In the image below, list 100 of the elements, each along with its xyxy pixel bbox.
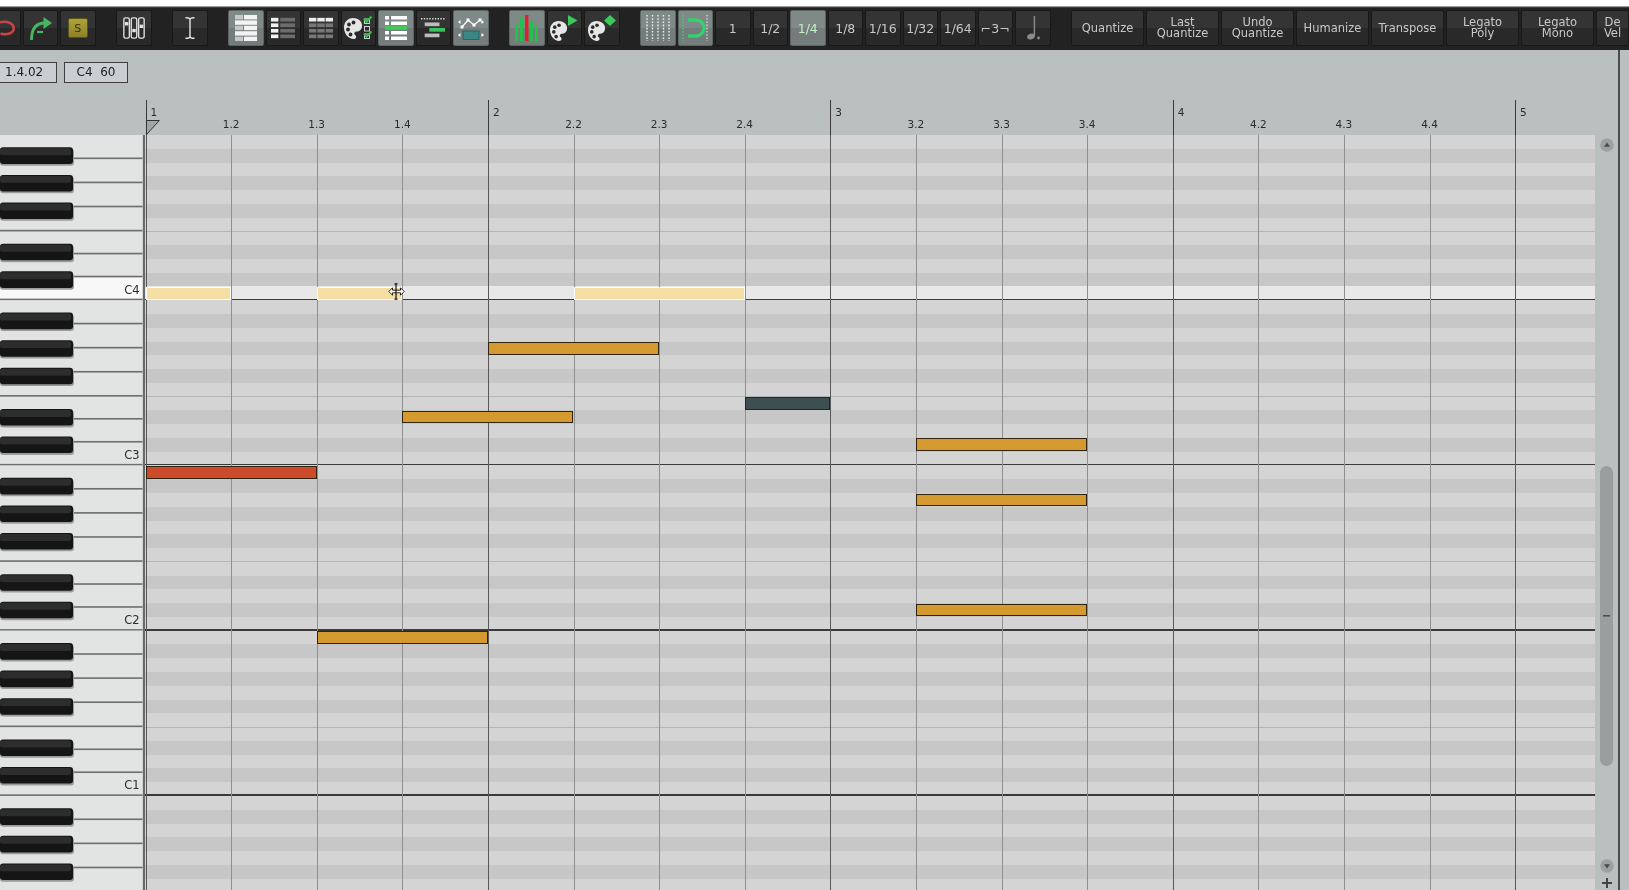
midi-note[interactable] (145, 465, 317, 479)
action-button[interactable]: De Vel (1596, 10, 1629, 46)
bar-number: 3 (835, 106, 842, 118)
piano-key[interactable] (0, 505, 74, 524)
beat-label: 4.2 (1249, 117, 1267, 130)
action-button[interactable]: Quantize (1071, 10, 1144, 46)
scrollbar-thumb[interactable] (1599, 466, 1614, 766)
grid-division-button[interactable]: 1 (715, 10, 751, 46)
dotted-note-icon (1025, 16, 1040, 40)
piano-key[interactable] (0, 698, 74, 717)
note-label: C2 (124, 613, 140, 628)
toolbar-button[interactable] (546, 10, 582, 46)
bar-number: 4 (1177, 106, 1185, 118)
piano-key[interactable] (0, 739, 74, 758)
piano-key[interactable] (0, 243, 74, 263)
piano-key[interactable] (0, 271, 74, 290)
piano-key[interactable] (0, 436, 74, 455)
grid-division-button[interactable]: 1/32 (902, 10, 938, 46)
bar-number: 2 (492, 106, 500, 118)
piano-key[interactable] (0, 532, 74, 552)
list-icon (271, 17, 296, 39)
grid-division-button[interactable]: 1/16 (865, 10, 901, 46)
midi-note[interactable] (316, 631, 488, 644)
toolbar-button[interactable] (116, 10, 152, 46)
beat-label: 1.2 (222, 117, 240, 130)
triangle-marker-icon[interactable] (145, 120, 160, 135)
action-button[interactable]: Humanize (1296, 10, 1369, 46)
midi-note[interactable] (915, 438, 1088, 451)
palette-diamond-icon (587, 15, 616, 41)
grid-division-button[interactable]: 1/2 (752, 10, 788, 46)
midi-note[interactable] (915, 493, 1088, 507)
beat-label: 3.3 (993, 117, 1010, 130)
grid-division-button[interactable]: 1/8 (827, 10, 863, 46)
piano-key[interactable] (0, 367, 74, 387)
level-meters-icon (515, 15, 539, 41)
table-icon (308, 17, 333, 39)
plus-icon[interactable] (1601, 878, 1612, 888)
note-field[interactable]: C4 60 (64, 62, 128, 83)
action-button[interactable]: Transpose (1371, 10, 1444, 46)
midi-note[interactable] (915, 603, 1088, 617)
piano-keys-icon (234, 15, 257, 41)
bars-icon (421, 17, 446, 39)
toolbar-button[interactable] (172, 10, 208, 46)
action-button[interactable]: Legato Mono (1521, 10, 1594, 46)
magnet-icon (682, 15, 709, 41)
beat-label: 2.3 (650, 117, 668, 130)
resize-cursor-icon (388, 283, 405, 300)
piano-key[interactable] (0, 808, 74, 827)
piano-key[interactable] (0, 312, 74, 331)
piano-key[interactable] (0, 670, 74, 689)
piano-key[interactable] (0, 574, 74, 593)
triplet-button[interactable]: ⌐3¬ (977, 10, 1013, 46)
faders-icon (122, 17, 145, 39)
piano-key[interactable] (0, 643, 74, 662)
scroll-down-button[interactable] (1599, 859, 1614, 873)
beat-label: 3.2 (907, 117, 925, 130)
node-graph-icon (457, 16, 484, 40)
piano-key[interactable] (0, 767, 74, 786)
beat-label: 2.2 (565, 117, 582, 130)
grid-division-button[interactable]: 1/64 (940, 10, 976, 46)
toolbar-button[interactable] (677, 10, 713, 46)
note-label: C3 (124, 448, 140, 462)
piano-key[interactable] (0, 202, 74, 221)
toolbar-button[interactable] (415, 10, 451, 46)
midi-note[interactable] (487, 342, 660, 355)
beat-label: 1.4 (393, 117, 411, 130)
piano-key[interactable] (0, 409, 74, 428)
piano-key[interactable] (0, 340, 74, 359)
palette-checklist-icon (344, 16, 373, 40)
action-button[interactable]: Legato Poly (1446, 10, 1519, 46)
toolbar-button[interactable] (303, 10, 339, 46)
toolbar-button[interactable] (340, 10, 376, 46)
toolbar-button[interactable] (453, 10, 489, 46)
toolbar-button[interactable] (22, 10, 58, 46)
solo-button[interactable]: S (60, 10, 96, 46)
action-button[interactable]: Last Quantize (1146, 10, 1219, 46)
piano-key[interactable] (0, 601, 74, 621)
bar-number: 1 (150, 106, 158, 118)
action-button[interactable]: Undo Quantize (1221, 10, 1294, 46)
piano-key[interactable] (0, 174, 74, 194)
highlighted-list-icon (384, 16, 407, 40)
palette-play-icon (550, 15, 579, 41)
note-label: C4 (124, 282, 140, 297)
text-cursor-icon (184, 17, 195, 39)
beat-label: 3.4 (1078, 117, 1096, 130)
beat-label: 1.3 (308, 117, 326, 130)
piano-key[interactable] (0, 147, 74, 166)
piano-key[interactable] (0, 477, 74, 497)
piano-key[interactable] (0, 835, 74, 855)
toolbar-button[interactable] (584, 10, 620, 46)
bar-number: 5 (1520, 106, 1527, 118)
piano-key[interactable] (0, 863, 74, 882)
beat-label: 4.4 (1421, 117, 1438, 130)
curved-arrow-icon (28, 16, 53, 40)
midi-note[interactable] (402, 410, 574, 424)
toolbar-button[interactable] (265, 10, 301, 46)
note-label: C1 (124, 778, 140, 793)
beat-label: 2.4 (736, 117, 754, 130)
position-field[interactable]: 1.4.02 (0, 62, 57, 83)
scroll-up-button[interactable] (1599, 137, 1614, 152)
